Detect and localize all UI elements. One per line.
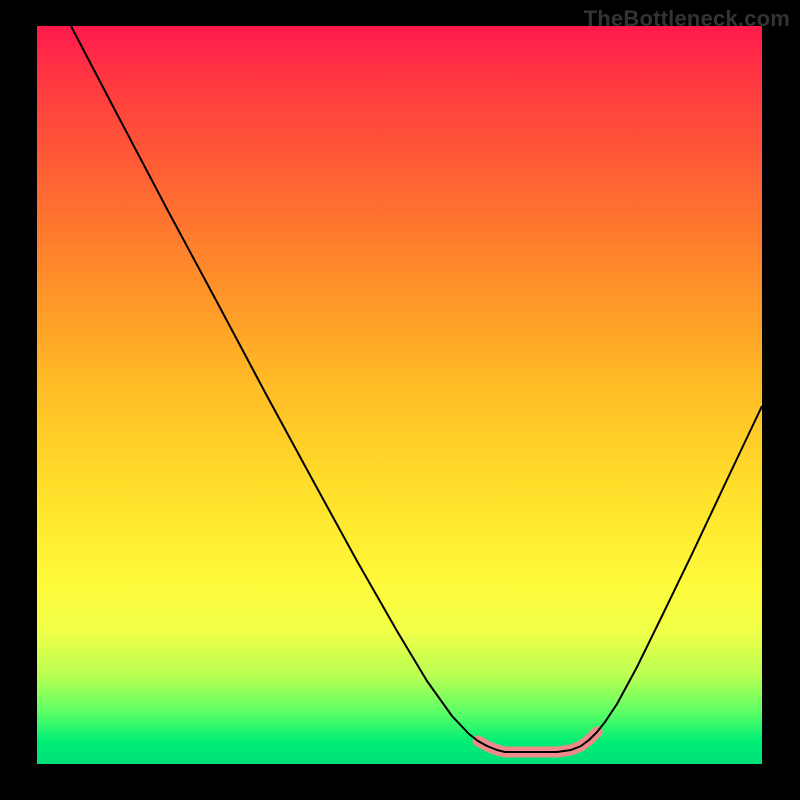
watermark-label: TheBottleneck.com (584, 6, 790, 32)
bottleneck-chart (37, 26, 762, 764)
bottleneck-curve-path (71, 26, 762, 752)
chart-lines-svg (37, 26, 762, 764)
